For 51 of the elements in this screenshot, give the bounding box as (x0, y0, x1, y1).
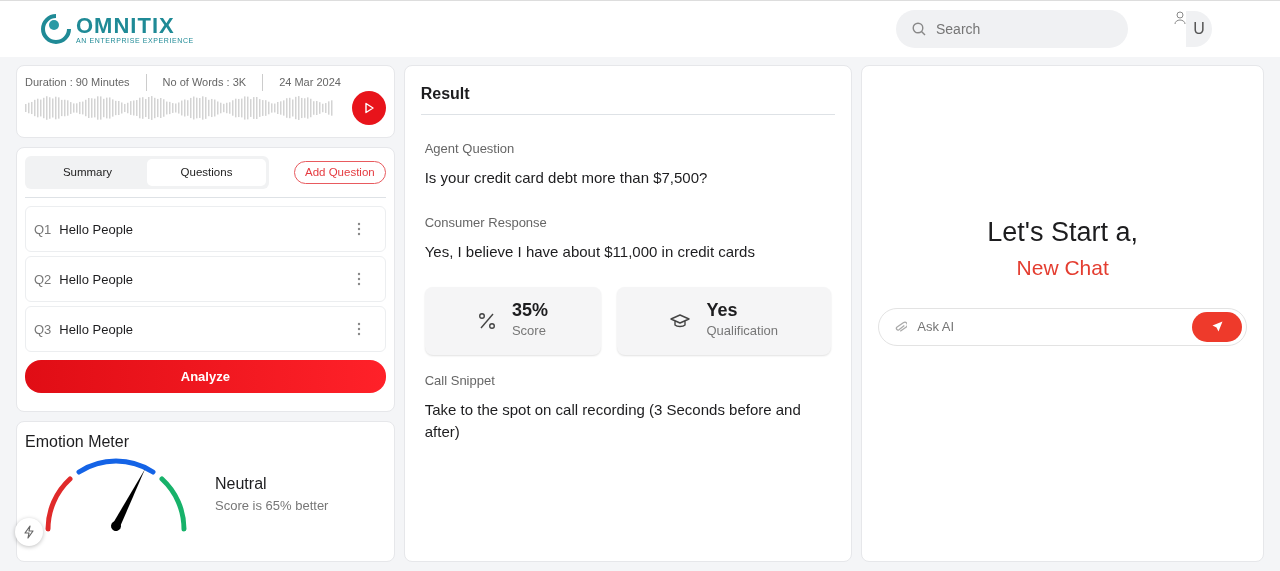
analyze-button[interactable]: Analyze (25, 360, 386, 394)
section-label: Call Snippet (424, 372, 496, 390)
section-label: Consumer Response (424, 214, 548, 232)
user-avatar[interactable]: U (1186, 11, 1212, 47)
question-text: Hello People (59, 220, 134, 239)
question-number: Q1 (34, 220, 52, 239)
stat-label: Qualification (706, 322, 779, 341)
search-field[interactable]: Search (896, 10, 1128, 48)
search-icon (912, 22, 926, 36)
graduation-cap-icon (670, 313, 691, 329)
recording-info: 24 Mar 2024 (262, 74, 341, 91)
send-button[interactable] (1192, 311, 1242, 342)
needle (111, 469, 146, 531)
logo-name: OMNITIX (76, 14, 176, 37)
question-number: Q2 (34, 270, 52, 289)
panel-title: Result (420, 82, 836, 115)
search-input[interactable]: Search (934, 17, 1104, 41)
question-text: Hello People (59, 320, 134, 339)
section-label: Agent Question (424, 140, 516, 158)
section-text: Take to the spot on call recording (3 Seconds before and after) (424, 399, 802, 442)
user-icon[interactable] (1174, 11, 1186, 25)
question-item[interactable]: Q2 Hello People (25, 256, 386, 303)
section-text: Is your credit card debt more than $7,500? (424, 167, 709, 188)
score-note: Score is 65% better (215, 497, 329, 516)
play-button[interactable] (351, 90, 386, 125)
chat-heading-highlight: New Chat (1015, 255, 1110, 281)
question-item[interactable]: Q1 Hello People (25, 206, 386, 253)
more-icon[interactable] (356, 222, 361, 237)
stat-value: 35% (511, 301, 548, 322)
more-icon[interactable] (356, 272, 361, 287)
recording-info: No of Words : 3K (145, 74, 247, 91)
play-icon (362, 101, 375, 114)
question-text: Hello People (59, 270, 134, 289)
stat-value: Yes (706, 301, 739, 322)
recording-info: Duration : 90 Minutes (25, 75, 130, 90)
panel-title: Emotion Meter (25, 432, 131, 452)
tab[interactable]: Summary (28, 159, 147, 187)
add-question-button[interactable]: Add Question (294, 161, 386, 185)
question-number: Q3 (34, 320, 52, 339)
tab[interactable]: Questions (147, 159, 266, 187)
logo-icon (40, 14, 72, 44)
percent-icon (477, 312, 496, 330)
mood-label: Neutral (215, 474, 268, 495)
more-icon[interactable] (356, 322, 361, 337)
paperclip-icon[interactable] (895, 319, 908, 334)
send-icon (1211, 321, 1223, 332)
section-text: Yes, I believe I have about $11,000 in credit cards (424, 241, 756, 262)
lightning-icon (23, 525, 35, 539)
question-item[interactable]: Q3 Hello People (25, 306, 386, 353)
chat-heading: Let's Start a, (986, 215, 1139, 249)
stat-label: Score (511, 322, 547, 341)
